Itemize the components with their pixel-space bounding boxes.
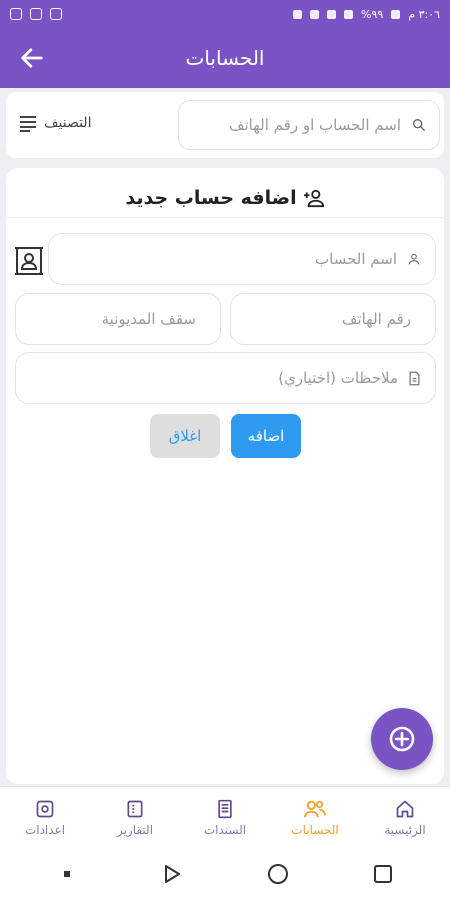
debt-limit-input[interactable]	[2, 310, 196, 328]
recents-button[interactable]	[368, 859, 398, 889]
battery-percent: %٩٩	[360, 7, 384, 21]
signal-icon	[343, 9, 353, 19]
debt-limit-field[interactable]	[2, 293, 221, 345]
nav-home[interactable]: الرئيسية	[360, 787, 450, 848]
circle-icon	[267, 864, 288, 884]
status-bar: %٩٩ ٣:٠٦ م	[0, 0, 450, 28]
nav-reports[interactable]: التقارير	[90, 787, 180, 848]
home-system-button[interactable]	[263, 859, 293, 889]
account-name-field[interactable]	[48, 233, 436, 285]
add-button[interactable]: اضافه	[231, 414, 301, 458]
sort-button[interactable]: التصنيف	[18, 114, 91, 132]
nav-receipts[interactable]: السندات	[180, 787, 270, 848]
search-input[interactable]	[191, 116, 401, 134]
bluetooth-icon	[292, 9, 302, 19]
app-bar: الحسابات	[0, 28, 450, 88]
add-user-icon	[303, 189, 324, 207]
wifi-icon	[326, 9, 336, 19]
account-name-input[interactable]	[63, 250, 397, 268]
status-time: ٣:٠٦ م	[408, 7, 440, 21]
notes-input[interactable]	[30, 369, 398, 387]
nav-accounts[interactable]: الحسابات	[270, 787, 360, 848]
square-icon	[374, 865, 393, 883]
sort-label: التصنيف	[44, 115, 92, 131]
search-card: التصنيف	[6, 92, 444, 158]
person-icon	[408, 253, 420, 265]
phone-field[interactable]	[217, 293, 436, 345]
plus-circle-icon	[389, 726, 415, 752]
contact-picker-icon[interactable]	[14, 244, 44, 278]
mute-icon	[309, 9, 319, 19]
nav-settings-label: اعدادات	[24, 822, 66, 837]
gallery-icon	[30, 8, 42, 20]
android-nav-bar	[0, 848, 450, 900]
status-right-info: %٩٩ ٣:٠٦ م	[292, 7, 440, 21]
back-arrow-icon[interactable]	[18, 44, 46, 72]
add-account-card: اضافه حساب جديد اضافه اغلاق	[2, 168, 444, 784]
nav-accounts-label: الحسابات	[291, 822, 339, 837]
users-icon	[304, 800, 326, 817]
bottom-navigation: اعدادات التقارير السندات الحسابات الرئيس…	[0, 786, 450, 848]
report-icon	[127, 800, 143, 817]
dot-icon	[63, 871, 70, 877]
gear-icon	[36, 800, 54, 817]
play-button[interactable]	[157, 859, 187, 889]
search-box	[178, 100, 440, 150]
document-icon	[409, 371, 420, 385]
nav-reports-label: التقارير	[116, 822, 154, 837]
sort-lines-icon	[20, 116, 36, 132]
status-left-icons	[10, 8, 62, 20]
close-button[interactable]: اغلاق	[150, 414, 220, 458]
nav-receipts-label: السندات	[203, 822, 247, 837]
form-title: اضافه حساب جديد	[125, 186, 297, 209]
receipt-icon	[218, 799, 232, 818]
message-icon	[50, 8, 62, 20]
page-title: الحسابات	[185, 46, 265, 70]
play-icon	[165, 865, 181, 883]
search-icon	[413, 119, 425, 131]
nav-home-label: الرئيسية	[384, 822, 426, 837]
whatsapp-icon	[10, 8, 22, 20]
battery-icon	[391, 9, 401, 19]
form-header: اضافه حساب جديد	[6, 178, 444, 218]
home-icon	[396, 800, 414, 817]
menu-dot-button[interactable]	[52, 859, 82, 889]
nav-settings[interactable]: اعدادات	[0, 787, 90, 848]
fab-add-button[interactable]	[371, 708, 433, 770]
notes-field[interactable]	[15, 352, 436, 404]
phone-input[interactable]	[217, 310, 411, 328]
